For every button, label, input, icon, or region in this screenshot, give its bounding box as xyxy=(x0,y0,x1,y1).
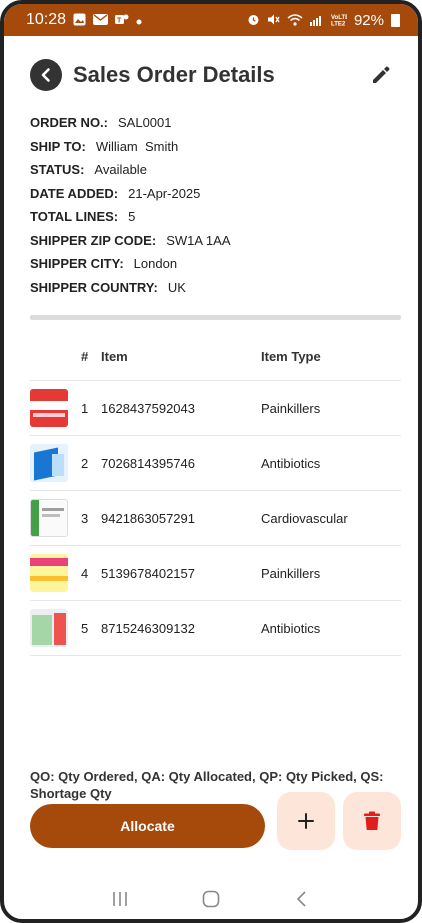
status-time: 10:28 xyxy=(26,11,67,28)
order-info-row: SHIPPER COUNTRY: UK xyxy=(30,276,394,300)
battery-percent: 92% xyxy=(353,11,384,29)
allocate-button[interactable]: Allocate xyxy=(30,804,265,848)
pencil-icon xyxy=(373,66,390,83)
trash-icon xyxy=(364,811,380,830)
dot-icon xyxy=(136,14,142,27)
ship-to-label: SHIP TO: xyxy=(30,138,86,154)
cardio-pack-image xyxy=(30,499,68,537)
status-value: Available xyxy=(94,162,147,178)
ibuprofen-pack-image xyxy=(30,389,68,427)
antibiotic-pack-image xyxy=(30,444,68,482)
ship-to-value: William Smith xyxy=(95,138,179,154)
delete-button[interactable] xyxy=(343,792,401,850)
wifi-icon xyxy=(287,13,303,28)
back-icon xyxy=(297,891,306,907)
row-number: 1 xyxy=(81,400,89,416)
order-no-value: SAL0001 xyxy=(118,115,172,131)
recents-button[interactable] xyxy=(100,884,140,914)
row-number: 3 xyxy=(81,510,89,526)
order-no-label: ORDER NO.: xyxy=(30,115,108,131)
shipper-country-label: SHIPPER COUNTRY: xyxy=(30,279,158,295)
signal-icon xyxy=(309,13,324,28)
column-header-item-type: Item Type xyxy=(261,348,321,364)
order-info-row: ORDER NO.: SAL0001 xyxy=(30,111,394,135)
home-icon xyxy=(202,890,220,908)
plus-icon xyxy=(298,813,314,829)
phone-frame: 10:28 T VoLT LTE2 92% Sales Order Detail… xyxy=(0,0,422,923)
row-item-type: Antibiotics xyxy=(261,620,321,636)
table-header: # Item Item Type xyxy=(30,332,401,381)
svg-text:LTE2: LTE2 xyxy=(331,21,346,26)
order-info-row: SHIP TO: William Smith xyxy=(30,135,394,159)
battery-icon xyxy=(391,13,400,27)
svg-text:T: T xyxy=(117,17,122,24)
section-divider xyxy=(30,315,401,320)
status-bar: 10:28 T VoLT LTE2 92% xyxy=(4,4,418,36)
table-row[interactable]: 4 5139678402157 Painkillers xyxy=(30,546,401,601)
row-number: 2 xyxy=(81,455,89,471)
total-lines-label: TOTAL LINES: xyxy=(30,209,119,225)
column-header-item: Item xyxy=(101,348,128,364)
home-button[interactable] xyxy=(191,884,231,914)
quantity-legend: QO: Qty Ordered, QA: Qty Allocated, QP: … xyxy=(30,769,384,801)
date-added-label: DATE ADDED: xyxy=(30,185,119,201)
tablets-pack-image xyxy=(30,554,68,592)
date-added-value: 21-Apr-2025 xyxy=(128,185,201,201)
mail-icon xyxy=(93,13,109,28)
teams-icon: T xyxy=(115,13,129,28)
shipper-city-value: London xyxy=(133,256,178,272)
page-title: Sales Order Details xyxy=(73,62,275,87)
shipper-country-value: UK xyxy=(167,279,186,295)
row-item-type: Cardiovascular xyxy=(261,510,348,526)
alarm-icon xyxy=(247,13,260,28)
table-row[interactable]: 1 1628437592043 Painkillers xyxy=(30,381,401,436)
row-item-type: Antibiotics xyxy=(261,455,321,471)
row-item-code: 5139678402157 xyxy=(101,565,195,581)
order-info: ORDER NO.: SAL0001 SHIP TO: William Smit… xyxy=(30,111,394,299)
shipper-zip-value: SW1A 1AA xyxy=(166,232,231,248)
items-table: # Item Item Type 1 1628437592043 Painkil… xyxy=(30,332,401,656)
clarithromycin-pack-image xyxy=(30,609,68,647)
row-item-type: Painkillers xyxy=(261,400,321,416)
chevron-left-icon xyxy=(41,68,50,82)
order-info-row: DATE ADDED: 21-Apr-2025 xyxy=(30,182,394,206)
back-button[interactable] xyxy=(30,59,62,91)
order-info-row: SHIPPER CITY: London xyxy=(30,252,394,276)
edit-button[interactable] xyxy=(368,62,394,88)
table-row[interactable]: 2 7026814395746 Antibiotics xyxy=(30,436,401,491)
system-back-button[interactable] xyxy=(282,884,322,914)
order-info-row: SHIPPER ZIP CODE: SW1A 1AA xyxy=(30,229,394,253)
status-label: STATUS: xyxy=(30,162,85,178)
row-item-code: 8715246309132 xyxy=(101,620,195,636)
system-nav-bar xyxy=(4,879,418,919)
recents-icon xyxy=(112,892,127,906)
column-header-number: # xyxy=(81,348,89,364)
mute-icon xyxy=(267,13,280,28)
row-item-type: Painkillers xyxy=(261,565,321,581)
row-number: 5 xyxy=(81,620,89,636)
shipper-zip-label: SHIPPER ZIP CODE: xyxy=(30,232,157,248)
row-item-code: 9421863057291 xyxy=(101,510,195,526)
row-number: 4 xyxy=(81,565,89,581)
svg-text:VoLTE: VoLTE xyxy=(331,15,347,21)
volte-icon: VoLTELTE2 xyxy=(331,13,349,28)
order-info-row: STATUS: Available xyxy=(30,158,394,182)
total-lines-value: 5 xyxy=(128,209,136,225)
order-info-row: TOTAL LINES: 5 xyxy=(30,205,394,229)
table-row[interactable]: 5 8715246309132 Antibiotics xyxy=(30,601,401,656)
page-header: Sales Order Details xyxy=(30,58,394,92)
row-item-code: 7026814395746 xyxy=(101,455,195,471)
shipper-city-label: SHIPPER CITY: xyxy=(30,256,124,272)
row-item-code: 1628437592043 xyxy=(101,400,195,416)
add-button[interactable] xyxy=(277,792,335,850)
image-icon xyxy=(73,13,86,28)
table-row[interactable]: 3 9421863057291 Cardiovascular xyxy=(30,491,401,546)
